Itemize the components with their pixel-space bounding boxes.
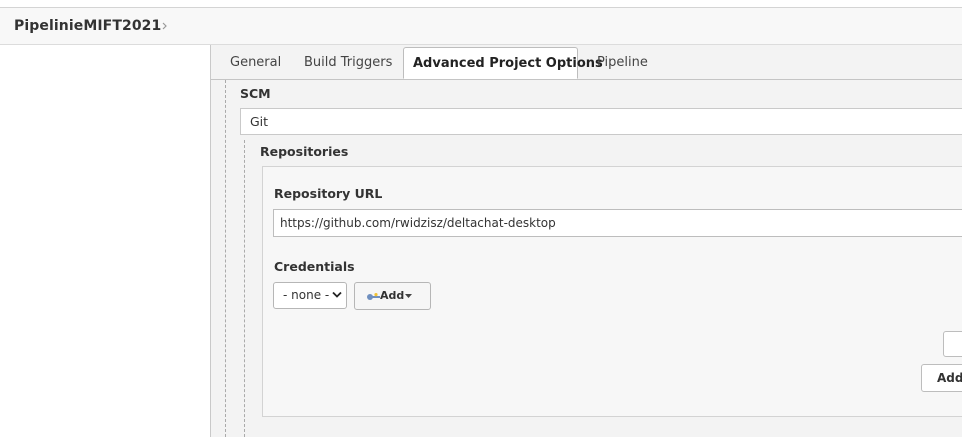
config-tabs: General Build Triggers Advanced Project … xyxy=(211,45,962,80)
scm-label: SCM xyxy=(240,86,271,101)
tab-general[interactable]: General xyxy=(230,45,281,79)
tab-advanced-project-options[interactable]: Advanced Project Options xyxy=(403,47,603,79)
credentials-selected-value: - none - xyxy=(283,288,330,302)
repositories-label: Repositories xyxy=(260,144,349,159)
tab-pipeline[interactable]: Pipeline xyxy=(597,45,648,79)
add-credentials-button[interactable]: Add xyxy=(354,282,431,310)
key-icon xyxy=(367,293,380,300)
breadcrumb: PipelinieMIFT2021 xyxy=(0,8,962,45)
chevron-down-icon xyxy=(332,291,342,298)
advanced-button[interactable] xyxy=(943,331,962,357)
credentials-label: Credentials xyxy=(274,259,355,274)
credentials-select[interactable]: - none - xyxy=(273,282,347,309)
chevron-right-icon[interactable] xyxy=(160,20,170,32)
caret-down-icon xyxy=(405,294,412,298)
add-credentials-label: Add xyxy=(380,289,405,302)
repository-url-label: Repository URL xyxy=(274,186,383,201)
subsection-guide-line xyxy=(244,140,245,437)
section-guide-line xyxy=(225,80,226,437)
repository-url-input[interactable]: https://github.com/rwidzisz/deltachat-de… xyxy=(273,209,962,237)
side-panel xyxy=(0,45,210,437)
breadcrumb-job-link[interactable]: PipelinieMIFT2021 xyxy=(14,18,161,34)
add-repository-button[interactable]: Add xyxy=(921,364,962,392)
tab-build-triggers[interactable]: Build Triggers xyxy=(304,45,392,79)
scm-select[interactable]: Git xyxy=(240,108,962,135)
